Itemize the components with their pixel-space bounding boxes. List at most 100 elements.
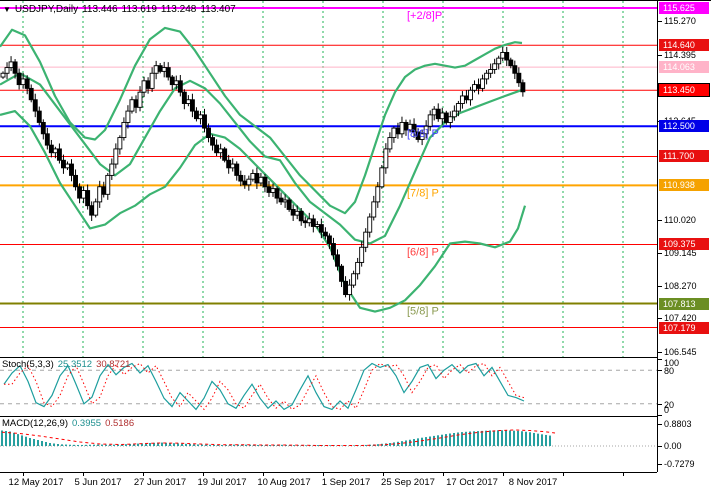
candle-body	[226, 159, 232, 169]
price-tick-mark	[658, 54, 662, 56]
price-badge: 109.375	[659, 238, 709, 251]
price-tick-mark	[658, 286, 662, 288]
time-tick-mark	[263, 473, 264, 476]
candle-body	[468, 89, 473, 101]
candle-body	[363, 231, 369, 248]
candle-body	[435, 108, 441, 120]
candle-body	[512, 65, 518, 74]
macd-panel[interactable]: MACD(12,26,9) 0.3955 0.5186	[0, 417, 657, 473]
price-badge: 107.813	[659, 297, 709, 310]
murrey-label: [6/8] P	[407, 246, 439, 258]
candlestick-chart[interactable]: [+2/8]P [8/8] P [7/8] P [6/8] P [5/8] P	[0, 1, 657, 357]
price-badge: 114.063	[659, 61, 709, 74]
macd-signal-value: 0.5186	[105, 418, 135, 429]
candle-body	[20, 78, 26, 86]
time-tick-mark	[383, 473, 384, 476]
candle-body	[222, 148, 228, 161]
candle-body	[250, 173, 256, 180]
price-tick-label: 106.545	[664, 346, 697, 357]
macd-tick-mark	[658, 446, 662, 447]
price-tick-label: 108.270	[664, 281, 697, 292]
candle-body	[125, 110, 131, 123]
time-tick-mark	[83, 473, 84, 476]
candle-body	[40, 121, 46, 135]
date-label: 19 Jul 2017	[197, 477, 247, 488]
candle-body	[157, 65, 163, 72]
candle-body	[274, 188, 280, 199]
candle-body	[16, 72, 22, 86]
price-tick-label: 110.020	[664, 215, 696, 226]
candle-body	[113, 148, 119, 165]
stoch-tick-mark	[658, 370, 662, 372]
candle-body	[290, 209, 296, 216]
time-tick-mark	[203, 473, 204, 476]
macd-main-value: 0.3955	[72, 418, 102, 429]
macd-scale-label: 0.8803	[664, 418, 692, 429]
candle-body	[214, 144, 220, 154]
murrey-label: [8/8] P	[407, 128, 439, 140]
candle-body	[12, 61, 18, 74]
candle-body	[347, 284, 353, 296]
chart-area[interactable]: ▼ USDJPY,Daily 113.446 113.619 113.248 113.40…	[0, 1, 658, 473]
candle-body	[492, 63, 498, 70]
time-axis[interactable]: 12 May 2017 5 Jun 2017 27 Jun 2017 19 Jul 2…	[0, 473, 711, 494]
candle-body	[508, 59, 514, 67]
candle-body	[504, 52, 510, 61]
candle-body	[169, 76, 175, 86]
candle-body	[24, 78, 30, 89]
candle-body	[218, 148, 224, 154]
candle-body	[145, 80, 151, 89]
candle-body	[447, 116, 453, 123]
candle-body	[314, 224, 320, 227]
date-label: 25 Sep 2017	[381, 477, 435, 488]
candle-body	[242, 180, 248, 186]
date-label: 27 Jun 2017	[133, 477, 187, 488]
candle-body	[32, 99, 38, 112]
candle-body	[105, 174, 111, 195]
candle-body	[198, 114, 203, 120]
candle-body	[439, 112, 445, 120]
candle-body	[318, 224, 324, 233]
candle-body	[359, 246, 365, 263]
candle-body	[48, 144, 54, 154]
main-chart-panel[interactable]: ▼ USDJPY,Daily 113.446 113.619 113.248 113.40…	[0, 1, 657, 358]
price-badge: 111.700	[659, 150, 709, 163]
symbol-dropdown-icon[interactable]: ▼	[3, 5, 11, 14]
candle-body	[500, 52, 506, 59]
candle-body	[85, 190, 91, 207]
price-badge: 110.938	[659, 179, 709, 192]
candle-body	[351, 273, 357, 286]
candle-body	[121, 121, 127, 139]
candle-body	[391, 127, 397, 139]
candle-body	[238, 174, 244, 182]
candle-body	[294, 210, 300, 216]
candle-body	[206, 127, 211, 139]
price-tick-mark	[658, 21, 662, 23]
macd-histogram	[1, 430, 551, 446]
time-tick-mark	[443, 473, 444, 476]
price-axis[interactable]: 115.270114.395112.645110.020109.145108.2…	[658, 1, 711, 472]
candle-body	[56, 148, 62, 161]
candle-body	[177, 80, 183, 93]
stochastic-panel[interactable]: Stoch(5,3,3) 25.3512 30.8721	[0, 358, 657, 417]
candle-body	[210, 137, 216, 146]
candle-body	[472, 84, 477, 91]
price-badge: 112.500	[659, 120, 709, 133]
candle-body	[254, 173, 260, 184]
candle-body	[117, 137, 123, 150]
stoch-scale-label: 80	[664, 366, 675, 377]
time-tick-mark	[503, 473, 504, 476]
candle-body	[61, 159, 66, 169]
candle-body	[69, 163, 74, 176]
candle-body	[73, 174, 78, 188]
price-tick-mark	[658, 220, 662, 222]
candle-body	[367, 216, 373, 233]
candle-body	[81, 190, 87, 199]
candle-body	[431, 108, 437, 116]
macd-name: MACD(12,26,9)	[2, 418, 68, 429]
candle-body	[246, 178, 252, 186]
candle-body	[443, 112, 449, 123]
date-label: 12 May 2017	[8, 477, 64, 488]
macd-signal-line	[1, 429, 556, 446]
candle-body	[387, 137, 393, 150]
